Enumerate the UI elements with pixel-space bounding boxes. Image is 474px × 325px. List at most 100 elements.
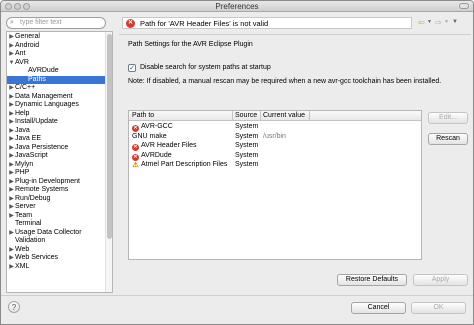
header-current-value[interactable]: Current value (263, 112, 305, 120)
source-cell: System (235, 161, 259, 168)
tree-item[interactable]: AVRDude (7, 67, 107, 75)
tree-item[interactable]: ▶Dynamic Languages (7, 101, 107, 109)
collapsed-arrow-icon[interactable]: ▶ (8, 93, 15, 101)
tree-item[interactable]: ▶Android (7, 42, 107, 50)
tree-item[interactable]: ▶Web Services (7, 254, 107, 262)
collapsed-arrow-icon[interactable]: ▶ (8, 161, 15, 169)
tree-item-label: Data Management (15, 92, 73, 100)
tree-item[interactable]: ▶Ant (7, 50, 107, 58)
tree-item[interactable]: ▶Server (7, 203, 107, 211)
tree-item[interactable]: ▶XML (7, 263, 107, 271)
tree-item-label: XML (15, 262, 30, 270)
column-divider[interactable] (260, 111, 261, 121)
tree-item[interactable]: Validation (7, 237, 107, 245)
header-source[interactable]: Source (235, 112, 257, 120)
filter-placeholder: type filter text (20, 19, 62, 26)
collapsed-arrow-icon[interactable]: ▶ (8, 212, 15, 220)
disable-search-checkbox[interactable]: ✓ (128, 64, 136, 72)
tree-item-label: Web Services (15, 254, 59, 261)
tree-item[interactable]: ▶Java EE (7, 135, 107, 143)
tree-scrollbar[interactable] (105, 32, 112, 292)
tree-item-label: PHP (15, 169, 30, 176)
tree-item[interactable]: ▶Install/Update (7, 118, 107, 126)
table-row[interactable]: ✕ AVR-GCC System (129, 122, 421, 132)
collapsed-arrow-icon[interactable]: ▶ (8, 101, 15, 109)
tree-item-label: Server (15, 203, 36, 210)
filter-input[interactable]: ⌕ type filter text (6, 17, 106, 29)
restore-defaults-button[interactable]: Restore Defaults (337, 274, 407, 286)
tree-item-label: Plug-in Development (15, 177, 80, 185)
page-description: Path Settings for the AVR Eclipse Plugin (128, 41, 253, 48)
collapsed-arrow-icon[interactable]: ▶ (8, 33, 15, 41)
collapsed-arrow-icon[interactable]: ▶ (8, 169, 15, 177)
collapsed-arrow-icon[interactable]: ▶ (8, 263, 15, 271)
tree-scroll-thumb[interactable] (107, 34, 112, 239)
tree-item-label: Validation (15, 237, 46, 244)
table-row[interactable]: ✕ AVRDude System (129, 151, 421, 161)
preference-tree[interactable]: ▶XML ▶Web Services ▶Web Validation ▶Usage Da… (6, 31, 113, 293)
back-arrow-icon[interactable]: ⇦ (418, 18, 425, 27)
tree-item[interactable]: ▶C/C++ (7, 84, 107, 92)
collapsed-arrow-icon[interactable]: ▶ (8, 178, 15, 186)
collapsed-arrow-icon[interactable]: ▶ (8, 195, 15, 203)
tree-item[interactable]: ▶Usage Data Collector (7, 229, 107, 237)
source-cell: System (235, 151, 259, 159)
tree-item-label: Java EE (15, 135, 42, 142)
table-row[interactable]: GNU make System/usr/bin (129, 132, 421, 141)
tree-item[interactable]: ▶Java (7, 127, 107, 135)
collapsed-arrow-icon[interactable]: ▶ (8, 118, 15, 126)
tree-item[interactable]: ▶Remote Systems (7, 186, 107, 194)
rescan-button[interactable]: Rescan (428, 133, 468, 145)
collapsed-arrow-icon[interactable]: ▶ (8, 84, 15, 92)
collapsed-arrow-icon[interactable]: ▶ (8, 110, 15, 118)
tree-item[interactable]: ▶Run/Debug (7, 195, 107, 203)
forward-dropdown-icon[interactable]: ▼ (444, 18, 449, 27)
table-row[interactable]: ⚠ Atmel Part Description Files System (129, 160, 421, 169)
tree-item[interactable]: ▼AVR (7, 59, 107, 67)
collapsed-arrow-icon[interactable]: ▶ (8, 135, 15, 143)
collapsed-arrow-icon[interactable]: ▶ (8, 144, 15, 152)
tree-item[interactable]: Terminal (7, 220, 107, 228)
expanded-arrow-icon[interactable]: ▼ (8, 59, 15, 67)
cancel-button[interactable]: Cancel (351, 302, 406, 314)
back-dropdown-icon[interactable]: ▼ (427, 18, 432, 27)
tree-item[interactable]: ▶JavaScript (7, 152, 107, 160)
tree-item[interactable]: ▶Data Management (7, 93, 107, 101)
tree-item[interactable]: ▶Plug-in Development (7, 178, 107, 186)
tree-item[interactable]: ▶Team (7, 212, 107, 220)
tree-item[interactable]: ▶Help (7, 110, 107, 118)
help-icon[interactable]: ? (8, 301, 20, 313)
apply-button[interactable]: Apply (413, 274, 468, 286)
paths-table[interactable]: Path to Source Current value ✕ AVR-GCC Sys… (128, 110, 422, 260)
column-divider[interactable] (309, 111, 310, 121)
edit-button[interactable]: Edit... (428, 112, 468, 124)
tree-item[interactable]: ▶PHP (7, 169, 107, 177)
tree-item-label: Mylyn (15, 160, 34, 168)
collapsed-arrow-icon[interactable]: ▶ (8, 229, 15, 237)
collapsed-arrow-icon[interactable]: ▶ (8, 203, 15, 211)
disable-search-label[interactable]: Disable search for system paths at start… (140, 64, 271, 71)
tree-item[interactable]: ▶General (7, 33, 107, 41)
collapsed-arrow-icon[interactable]: ▶ (8, 152, 15, 160)
view-menu-icon[interactable]: ▼ (452, 18, 458, 27)
path-cell: GNU make (132, 132, 167, 141)
path-name: GNU make (132, 132, 167, 140)
tree-item-label: Terminal (15, 220, 42, 227)
table-row[interactable]: ✕ AVR Header Files System (129, 141, 421, 151)
collapsed-arrow-icon[interactable]: ▶ (8, 42, 15, 50)
collapsed-arrow-icon[interactable]: ▶ (8, 127, 15, 135)
header-path-to[interactable]: Path to (132, 112, 154, 120)
tree-item[interactable]: Paths (7, 75, 107, 84)
collapsed-arrow-icon[interactable]: ▶ (8, 50, 15, 58)
tree-item-label: Java Persistence (15, 143, 69, 151)
tree-item[interactable]: ▶Web (7, 246, 107, 254)
collapsed-arrow-icon[interactable]: ▶ (8, 254, 15, 262)
tree-item[interactable]: ▶Mylyn (7, 161, 107, 169)
collapsed-arrow-icon[interactable]: ▶ (8, 186, 15, 194)
collapsed-arrow-icon[interactable]: ▶ (8, 246, 15, 254)
tree-item[interactable]: ▶Java Persistence (7, 144, 107, 152)
forward-arrow-icon[interactable]: ⇨ (435, 18, 442, 27)
column-divider[interactable] (232, 111, 233, 121)
toolbar-toggle-icon[interactable] (459, 3, 469, 9)
ok-button[interactable]: OK (411, 302, 466, 314)
